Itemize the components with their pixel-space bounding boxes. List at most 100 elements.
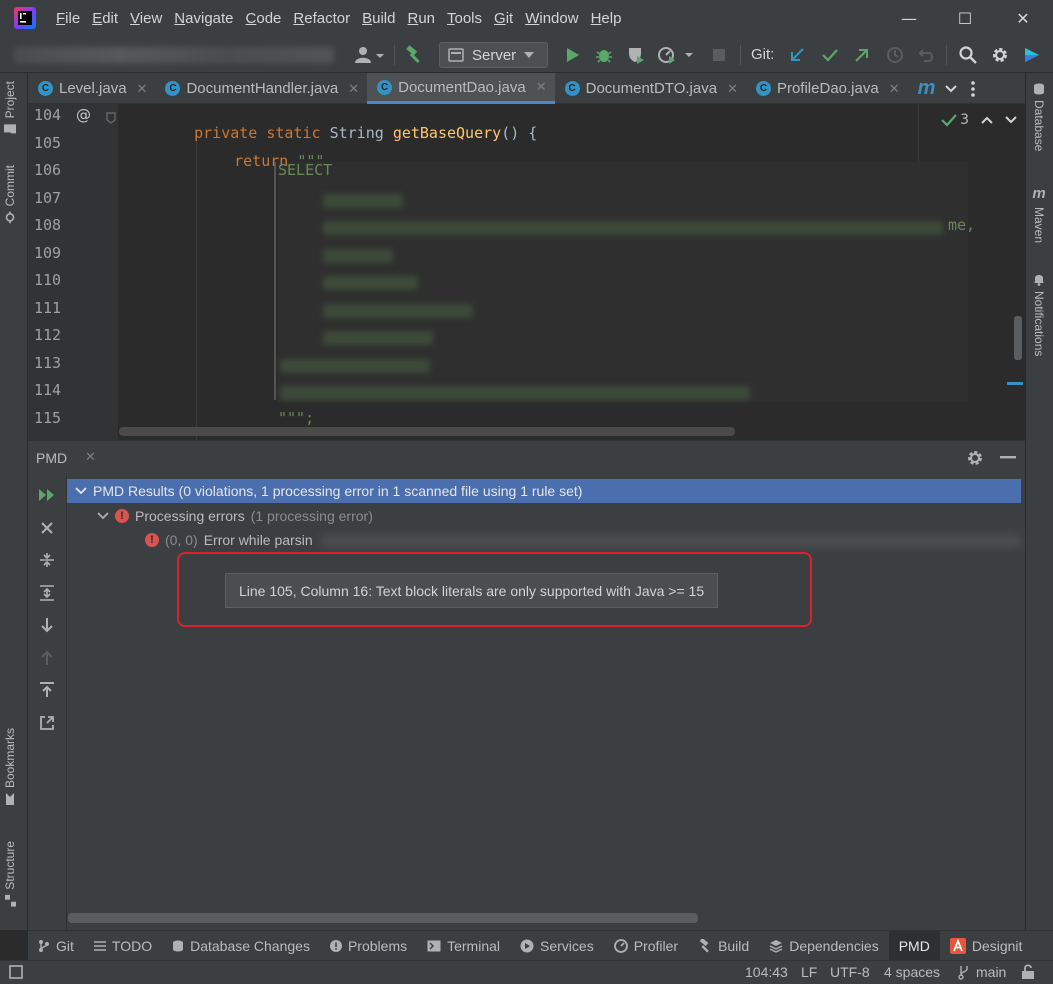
caret-position[interactable]: 104:43 (745, 964, 788, 980)
menu-build[interactable]: Build (356, 10, 401, 27)
tab-profiledao-java[interactable]: C ProfileDao.java ✕ (746, 73, 908, 104)
close-panel-icon[interactable]: ✕ (85, 450, 96, 465)
toggle-tool-windows-icon[interactable] (9, 965, 23, 979)
coverage-icon[interactable] (624, 43, 648, 67)
git-history-icon[interactable] (883, 43, 907, 67)
tab-documentdto-java[interactable]: C DocumentDTO.java ✕ (555, 73, 746, 104)
structure-tool-tab[interactable]: Structure (3, 841, 17, 907)
tree-row-processing-errors[interactable]: ! Processing errors (1 processing error) (97, 504, 373, 528)
horizontal-scrollbar[interactable] (119, 427, 735, 436)
tree-horizontal-scrollbar[interactable] (68, 913, 698, 923)
fold-marker-icon[interactable] (106, 112, 116, 124)
current-branch[interactable]: main (976, 964, 1006, 980)
tool-tab-services[interactable]: Services (510, 931, 604, 961)
open-in-editor-icon[interactable] (36, 712, 58, 734)
chevron-up-icon[interactable] (981, 116, 993, 124)
title-bar: File Edit View Navigate Code Refactor Bu… (0, 0, 1053, 37)
tool-tab-database-changes[interactable]: Database Changes (162, 931, 320, 961)
chevron-down-icon[interactable] (75, 487, 87, 495)
tool-tab-label: Database Changes (190, 937, 310, 954)
run-configuration-select[interactable]: Server (439, 42, 548, 68)
menu-navigate[interactable]: Navigate (168, 10, 239, 27)
close-results-icon[interactable] (36, 517, 58, 539)
tool-tab-profiler[interactable]: Profiler (604, 931, 688, 961)
debug-bug-icon[interactable] (592, 43, 616, 67)
close-tab-icon[interactable]: ✕ (536, 79, 547, 95)
chevron-down-icon[interactable] (97, 512, 109, 520)
menu-git[interactable]: Git (488, 10, 519, 27)
indent-setting[interactable]: 4 spaces (884, 964, 940, 980)
override-annotation-icon[interactable]: @ (76, 106, 91, 124)
tab-level-java[interactable]: C Level.java ✕ (28, 73, 155, 104)
stop-icon[interactable] (707, 43, 731, 67)
code-editor[interactable]: 104 105 106 107 108 109 110 111 112 113 … (28, 104, 1025, 440)
close-tab-icon[interactable]: ✕ (348, 81, 359, 97)
menu-window[interactable]: Window (519, 10, 584, 27)
tab-list-dropdown[interactable] (939, 73, 963, 104)
export-icon[interactable] (36, 679, 58, 701)
tool-tab-git[interactable]: Git (28, 931, 84, 961)
menu-help[interactable]: Help (585, 10, 628, 27)
code-with-me-icon[interactable] (1020, 43, 1044, 67)
inspection-widget[interactable]: 3 (941, 112, 1017, 128)
settings-gear-icon[interactable] (966, 449, 984, 467)
vertical-scrollbar[interactable] (1014, 316, 1022, 360)
menu-refactor[interactable]: Refactor (287, 10, 356, 27)
build-hammer-icon[interactable] (402, 43, 426, 67)
rerun-icon[interactable] (36, 484, 58, 506)
settings-gear-icon[interactable] (988, 43, 1012, 67)
close-window-button[interactable]: ✕ (995, 0, 1051, 37)
menu-code[interactable]: Code (240, 10, 288, 27)
previous-occurrence-icon[interactable] (36, 647, 58, 669)
tab-more-options[interactable] (963, 73, 983, 104)
tool-tab-dependencies[interactable]: Dependencies (759, 931, 889, 961)
tab-documenthandler-java[interactable]: C DocumentHandler.java ✕ (155, 73, 367, 104)
expand-all-icon[interactable] (36, 582, 58, 604)
maven-tool-tab[interactable]: m Maven (1032, 185, 1046, 243)
tool-tab-build[interactable]: Build (688, 931, 759, 961)
tool-tab-designit[interactable]: Designit (940, 931, 1033, 961)
lock-icon[interactable] (1021, 964, 1035, 979)
tab-maven-overflow[interactable]: m (908, 73, 940, 104)
tool-tab-terminal[interactable]: Terminal (417, 931, 510, 961)
git-rollback-icon[interactable] (915, 43, 939, 67)
close-tab-icon[interactable]: ✕ (889, 81, 900, 97)
menu-edit[interactable]: Edit (86, 10, 124, 27)
commit-tool-tab[interactable]: Commit (3, 165, 17, 224)
minimize-button[interactable]: — (881, 0, 937, 37)
project-tool-tab[interactable]: Project (3, 81, 17, 135)
tool-tab-todo[interactable]: TODO (84, 931, 162, 961)
menu-run[interactable]: Run (401, 10, 441, 27)
line-number: 111 (34, 299, 62, 317)
profiler-icon[interactable] (656, 43, 696, 67)
bookmarks-tool-tab[interactable]: Bookmarks (3, 728, 17, 806)
minimize-panel-icon[interactable] (1000, 456, 1016, 459)
user-accounts-icon[interactable] (352, 43, 386, 67)
next-occurrence-icon[interactable] (36, 614, 58, 636)
notifications-tool-tab[interactable]: Notifications (1032, 273, 1046, 356)
line-separator[interactable]: LF (801, 964, 817, 980)
menu-tools[interactable]: Tools (441, 10, 488, 27)
git-commit-check-icon[interactable] (818, 43, 842, 67)
bottom-tool-tabs: Git TODO Database Changes Problems Termi… (28, 930, 1053, 961)
close-tab-icon[interactable]: ✕ (137, 81, 148, 97)
close-tab-icon[interactable]: ✕ (727, 81, 738, 97)
tool-tab-problems[interactable]: Problems (320, 931, 417, 961)
file-encoding[interactable]: UTF-8 (830, 964, 870, 980)
tree-row-parse-error[interactable]: ! (0, 0) Error while parsin (145, 528, 313, 552)
maximize-button[interactable]: ☐ (937, 0, 993, 37)
menu-file[interactable]: File (50, 10, 86, 27)
chevron-down-icon[interactable] (1005, 116, 1017, 124)
tree-row-pmd-results[interactable]: PMD Results (0 violations, 1 processing … (67, 479, 1021, 503)
database-tool-tab[interactable]: Database (1032, 83, 1046, 151)
git-update-icon[interactable] (785, 43, 809, 67)
pmd-panel-title[interactable]: PMD (36, 450, 67, 466)
tool-tab-pmd[interactable]: PMD (888, 930, 940, 961)
git-push-icon[interactable] (850, 43, 874, 67)
project-path-blurred (14, 47, 334, 63)
tab-documentdao-java[interactable]: C DocumentDao.java ✕ (367, 73, 555, 104)
collapse-all-icon[interactable] (36, 549, 58, 571)
menu-view[interactable]: View (124, 10, 168, 27)
search-icon[interactable] (956, 43, 980, 67)
run-icon[interactable] (560, 43, 584, 67)
